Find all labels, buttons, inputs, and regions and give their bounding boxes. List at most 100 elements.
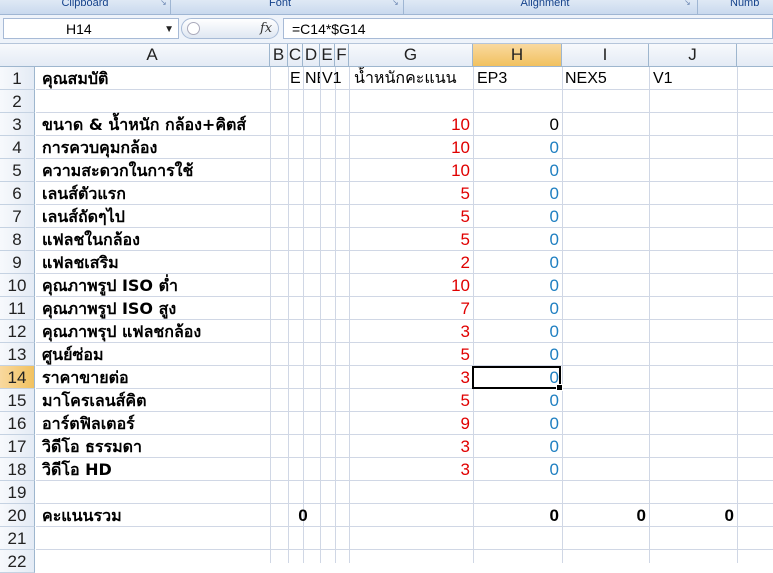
item-label[interactable]: วิดีโอ HD bbox=[42, 458, 112, 480]
row-header[interactable]: 13 bbox=[0, 343, 35, 366]
item-weight[interactable]: 3 bbox=[350, 435, 470, 457]
row-header[interactable]: 8 bbox=[0, 228, 35, 251]
name-box[interactable]: H14 ▼ bbox=[3, 18, 179, 39]
row-header[interactable]: 12 bbox=[0, 320, 35, 343]
row-header[interactable]: 9 bbox=[0, 251, 35, 274]
row-header[interactable]: 17 bbox=[0, 435, 35, 458]
row-header[interactable]: 16 bbox=[0, 412, 35, 435]
column-header-b[interactable]: B bbox=[270, 44, 288, 66]
item-label[interactable]: การควบคุมกล้อง bbox=[42, 136, 157, 158]
item-weight[interactable]: 2 bbox=[350, 251, 470, 273]
item-weight[interactable]: 10 bbox=[350, 274, 470, 296]
total-v1[interactable]: 0 bbox=[650, 504, 734, 526]
cell-e1[interactable]: V1 bbox=[322, 67, 342, 89]
row-header[interactable]: 1 bbox=[0, 67, 35, 90]
row-header[interactable]: 18 bbox=[0, 458, 35, 481]
row-header[interactable]: 3 bbox=[0, 113, 35, 136]
row-header[interactable]: 6 bbox=[0, 182, 35, 205]
column-header-j[interactable]: J bbox=[649, 44, 737, 66]
item-weight[interactable]: 10 bbox=[350, 159, 470, 181]
column-header-g[interactable]: G bbox=[349, 44, 473, 66]
clipboard-launcher-icon[interactable]: ↘ bbox=[160, 0, 168, 7]
item-ep3-score[interactable]: 0 bbox=[474, 228, 559, 250]
total-c[interactable]: 0 bbox=[289, 504, 317, 526]
item-weight[interactable]: 3 bbox=[350, 366, 470, 388]
row-header[interactable]: 4 bbox=[0, 136, 35, 159]
item-ep3-score[interactable]: 0 bbox=[474, 136, 559, 158]
column-header-i[interactable]: I bbox=[562, 44, 649, 66]
item-ep3-score[interactable]: 0 bbox=[474, 251, 559, 273]
row-header[interactable]: 22 bbox=[0, 550, 35, 573]
row-header[interactable]: 11 bbox=[0, 297, 35, 320]
item-weight[interactable]: 5 bbox=[350, 228, 470, 250]
item-label[interactable]: คุณภาพรูป ISO ต่ำ bbox=[42, 274, 178, 296]
item-ep3-score[interactable]: 0 bbox=[474, 435, 559, 457]
item-weight[interactable]: 3 bbox=[350, 458, 470, 480]
formula-input[interactable]: =C14*$G14 bbox=[283, 18, 773, 39]
column-header-e[interactable]: E bbox=[320, 44, 335, 66]
item-weight[interactable]: 3 bbox=[350, 320, 470, 342]
cell-h1[interactable]: EP3 bbox=[477, 67, 507, 89]
name-box-dropdown-icon[interactable]: ▼ bbox=[164, 19, 174, 40]
row-header[interactable]: 5 bbox=[0, 159, 35, 182]
item-ep3-score[interactable]: 0 bbox=[474, 182, 559, 204]
total-ep3[interactable]: 0 bbox=[474, 504, 559, 526]
cell-j1[interactable]: V1 bbox=[653, 67, 673, 89]
column-header-h[interactable]: H bbox=[473, 44, 562, 66]
item-weight[interactable]: 10 bbox=[350, 136, 470, 158]
item-ep3-score[interactable]: 0 bbox=[474, 412, 559, 434]
row-header[interactable]: 20 bbox=[0, 504, 35, 527]
item-label[interactable]: วิดีโอ ธรรมดา bbox=[42, 435, 142, 457]
item-label[interactable]: ราคาขายต่อ bbox=[42, 366, 129, 388]
item-weight[interactable]: 7 bbox=[350, 297, 470, 319]
item-weight[interactable]: 9 bbox=[350, 412, 470, 434]
item-label[interactable]: ความสะดวกในการใช้ bbox=[42, 159, 193, 181]
item-label[interactable]: ศูนย์ซ่อม bbox=[42, 343, 103, 365]
row-header[interactable]: 15 bbox=[0, 389, 35, 412]
item-label[interactable]: แฟลชเสริม bbox=[42, 251, 119, 273]
cell-c1[interactable]: E bbox=[290, 67, 301, 89]
column-header-f[interactable]: F bbox=[335, 44, 349, 66]
column-header-k[interactable] bbox=[737, 44, 773, 66]
item-label[interactable]: แฟลชในกล้อง bbox=[42, 228, 140, 250]
row-header[interactable]: 7 bbox=[0, 205, 35, 228]
item-weight[interactable]: 5 bbox=[350, 182, 470, 204]
item-ep3-score[interactable]: 0 bbox=[474, 113, 559, 135]
row-header[interactable]: 2 bbox=[0, 90, 35, 113]
active-cell-h14[interactable] bbox=[472, 366, 563, 391]
row-header[interactable]: 10 bbox=[0, 274, 35, 297]
item-label[interactable]: คุณภาพรุป แฟลชกล้อง bbox=[42, 320, 201, 342]
column-header-a[interactable]: A bbox=[35, 44, 270, 66]
item-label[interactable]: เลนส์ถัดๆไป bbox=[42, 205, 125, 227]
column-header-c[interactable]: C bbox=[288, 44, 303, 66]
total-label[interactable]: คะแนนรวม bbox=[42, 504, 122, 526]
row-header[interactable]: 19 bbox=[0, 481, 35, 504]
item-weight[interactable]: 10 bbox=[350, 113, 470, 135]
item-ep3-score[interactable]: 0 bbox=[474, 159, 559, 181]
total-nex5[interactable]: 0 bbox=[563, 504, 646, 526]
item-ep3-score[interactable]: 0 bbox=[474, 389, 559, 411]
row-header-selected[interactable]: 14 bbox=[0, 366, 35, 389]
alignment-launcher-icon[interactable]: ↘ bbox=[684, 0, 692, 7]
item-weight[interactable]: 5 bbox=[350, 343, 470, 365]
item-ep3-score[interactable]: 0 bbox=[474, 343, 559, 365]
item-ep3-score[interactable]: 0 bbox=[474, 320, 559, 342]
item-label[interactable]: คุณภาพรูป ISO สูง bbox=[42, 297, 176, 319]
cell-g1[interactable]: น้ำหนักคะแนน bbox=[354, 67, 457, 89]
font-launcher-icon[interactable]: ↘ bbox=[392, 0, 400, 7]
column-header-d[interactable]: D bbox=[303, 44, 320, 66]
row-header[interactable]: 21 bbox=[0, 527, 35, 550]
fill-handle[interactable] bbox=[556, 384, 563, 391]
item-ep3-score[interactable]: 0 bbox=[474, 274, 559, 296]
item-label[interactable]: เลนส์ตัวแรก bbox=[42, 182, 126, 204]
insert-function-icon[interactable]: fx bbox=[260, 19, 272, 38]
expand-handle-icon[interactable] bbox=[187, 22, 200, 35]
item-label[interactable]: อาร์ตฟิลเตอร์ bbox=[42, 412, 135, 434]
cell-a1[interactable]: คุณสมบัติ bbox=[42, 67, 108, 89]
item-ep3-score[interactable]: 0 bbox=[474, 205, 559, 227]
item-weight[interactable]: 5 bbox=[350, 205, 470, 227]
cell-i1[interactable]: NEX5 bbox=[565, 67, 607, 89]
item-label[interactable]: ขนาด & น้ำหนัก กล้อง+คิตส์ bbox=[42, 113, 246, 135]
item-weight[interactable]: 5 bbox=[350, 389, 470, 411]
cell-d1[interactable]: NE bbox=[305, 67, 320, 89]
